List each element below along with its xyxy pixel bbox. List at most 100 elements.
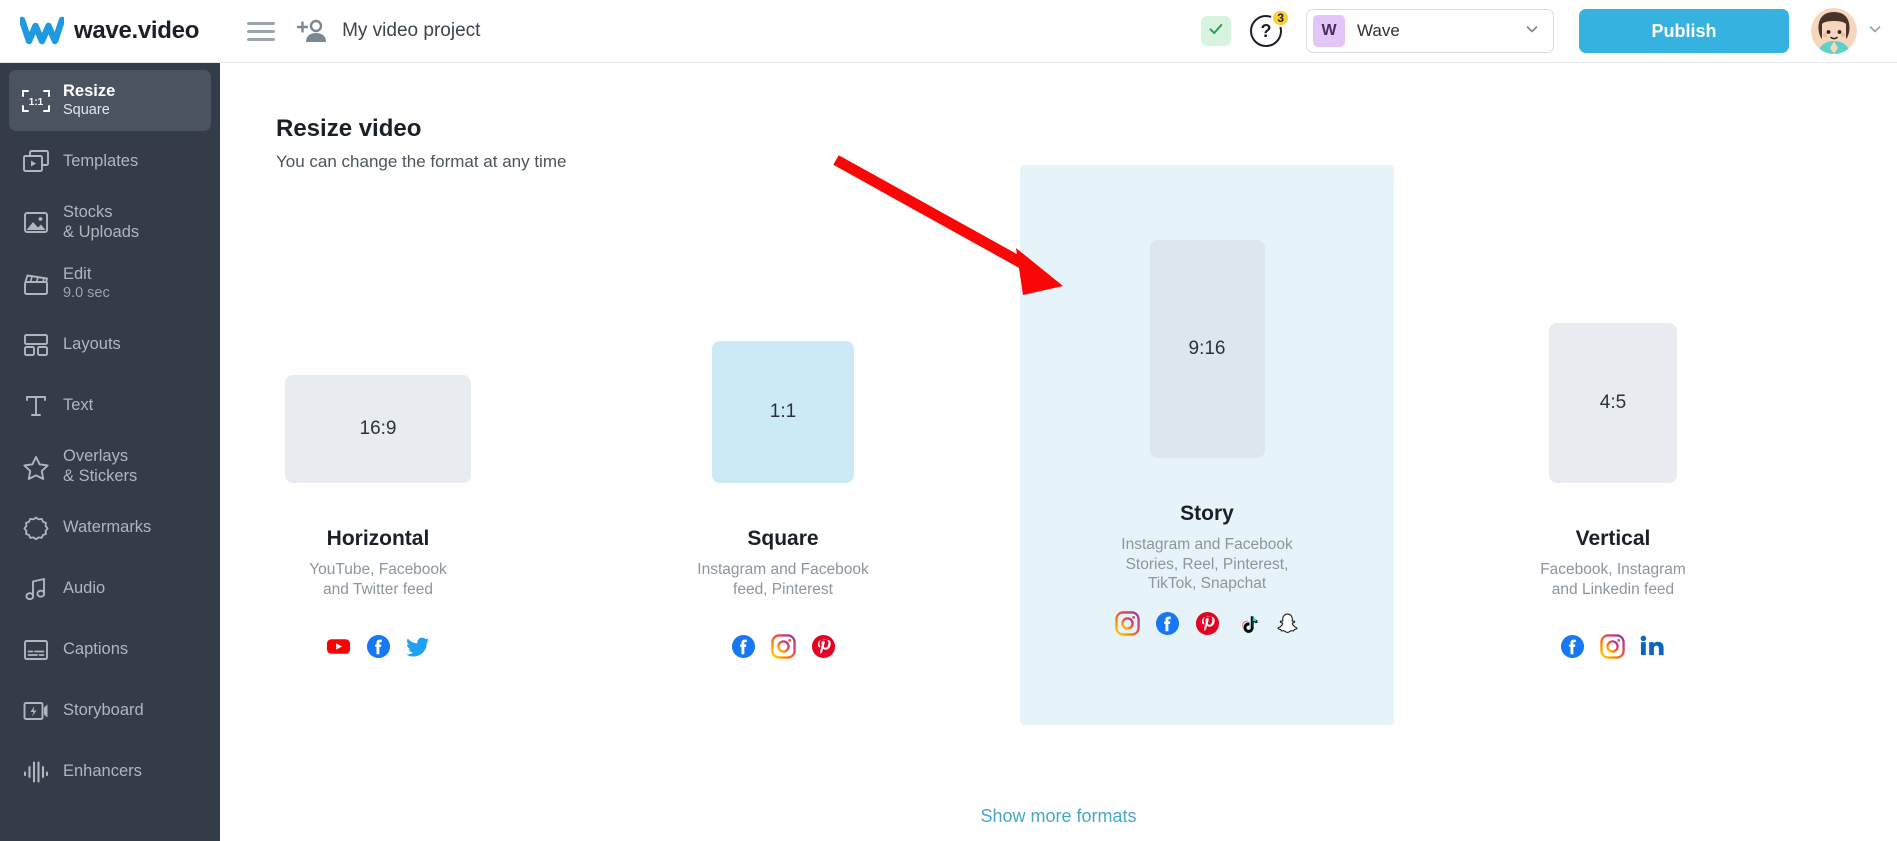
resize-ratio-icon: 1:1 bbox=[9, 88, 63, 114]
sidebar-item-stocks-uploads[interactable]: Stocks & Uploads bbox=[9, 192, 211, 253]
sidebar-item-enhancers[interactable]: Enhancers bbox=[9, 741, 211, 802]
format-ratio-label: 9:16 bbox=[1188, 338, 1226, 359]
sidebar-item-text-text: Text bbox=[63, 396, 93, 415]
sidebar-item-audio[interactable]: Audio bbox=[9, 558, 211, 619]
format-social-icons bbox=[1560, 634, 1667, 660]
format-social-icons bbox=[1114, 611, 1300, 636]
sidebar-item-layouts-text: Layouts bbox=[63, 335, 121, 354]
sidebar-item-templates[interactable]: Templates bbox=[9, 131, 211, 192]
format-name: Story bbox=[1180, 502, 1234, 525]
show-more-formats-link[interactable]: Show more formats bbox=[220, 806, 1897, 827]
sidebar: 1:1 Resize Square Templates Stocks & Upl… bbox=[0, 63, 220, 841]
sidebar-item-label: Layouts bbox=[63, 334, 121, 353]
captions-icon bbox=[9, 637, 63, 663]
sidebar-item-label-2: & Stickers bbox=[63, 466, 138, 485]
instagram-icon bbox=[770, 634, 796, 660]
format-thumbnail: 4:5 bbox=[1549, 323, 1677, 483]
sidebar-item-label: Captions bbox=[63, 639, 129, 658]
format-description: Instagram and Facebook feed, Pinterest bbox=[697, 561, 869, 598]
sidebar-item-audio-text: Audio bbox=[63, 579, 105, 598]
layouts-grid-icon bbox=[9, 332, 63, 358]
saved-status-badge[interactable] bbox=[1201, 16, 1231, 46]
sidebar-item-edit[interactable]: Edit 9.0 sec bbox=[9, 253, 211, 314]
sidebar-item-label: Stocks bbox=[63, 203, 113, 222]
sidebar-item-watermarks-text: Watermarks bbox=[63, 518, 151, 537]
format-ratio-label: 4:5 bbox=[1599, 392, 1627, 413]
music-note-icon bbox=[9, 576, 63, 602]
sidebar-item-edit-text: Edit 9.0 sec bbox=[63, 265, 110, 302]
wave-logo-icon bbox=[18, 16, 66, 46]
sidebar-item-watermarks[interactable]: Watermarks bbox=[9, 497, 211, 558]
format-thumbnail-area: 9:16 bbox=[1020, 165, 1394, 458]
sidebar-item-layouts[interactable]: Layouts bbox=[9, 314, 211, 375]
waveform-icon bbox=[9, 759, 63, 785]
sidebar-item-sublabel: Square bbox=[63, 101, 110, 118]
instagram-icon bbox=[1599, 634, 1625, 660]
sidebar-item-storyboard-text: Storyboard bbox=[63, 701, 144, 720]
pinterest-icon bbox=[1195, 611, 1220, 636]
user-menu[interactable] bbox=[1811, 8, 1897, 54]
instagram-icon bbox=[1114, 611, 1140, 636]
page-title: Resize video bbox=[276, 115, 422, 142]
format-card-list: 16:9 Horizontal YouTube, Facebook and Tw… bbox=[220, 165, 1897, 763]
sidebar-item-templates-text: Templates bbox=[63, 152, 138, 171]
pinterest-icon bbox=[811, 634, 836, 659]
publish-button[interactable]: Publish bbox=[1579, 9, 1789, 53]
top-bar: wave.video My video project ? 3 W Wave P… bbox=[0, 0, 1897, 63]
workspace-selector[interactable]: W Wave bbox=[1306, 9, 1554, 53]
sidebar-item-label: Watermarks bbox=[63, 517, 152, 536]
format-ratio-label: 1:1 bbox=[769, 401, 797, 422]
format-card-square[interactable]: 1:1 Square Instagram and Facebook feed, … bbox=[628, 193, 938, 693]
svg-text:1:1: 1:1 bbox=[29, 97, 44, 108]
facebook-icon bbox=[1560, 634, 1585, 659]
linkedin-icon bbox=[1640, 634, 1667, 659]
sidebar-item-label: Audio bbox=[63, 578, 106, 597]
facebook-icon bbox=[731, 634, 756, 659]
format-description: Instagram and Facebook Stories, Reel, Pi… bbox=[1121, 536, 1293, 593]
sidebar-item-text[interactable]: Text bbox=[9, 375, 211, 436]
sidebar-item-label: Resize bbox=[63, 82, 116, 101]
sidebar-item-label: Enhancers bbox=[63, 761, 142, 780]
format-description: YouTube, Facebook and Twitter feed bbox=[309, 561, 447, 598]
format-card-vertical[interactable]: 4:5 Vertical Facebook, Instagram and Lin… bbox=[1458, 193, 1768, 693]
top-bar-right: ? 3 W Wave Publish bbox=[1201, 8, 1897, 54]
format-card-story[interactable]: 9:16 Story Instagram and Facebook Storie… bbox=[1020, 165, 1394, 725]
main-content: Resize video You can change the format a… bbox=[220, 63, 1897, 841]
help-button[interactable]: ? 3 bbox=[1250, 9, 1290, 47]
twitter-icon bbox=[405, 634, 431, 659]
hamburger-menu-icon[interactable] bbox=[247, 21, 276, 41]
avatar bbox=[1811, 8, 1857, 54]
format-card-horizontal[interactable]: 16:9 Horizontal YouTube, Facebook and Tw… bbox=[223, 193, 533, 693]
clapperboard-icon bbox=[9, 271, 63, 297]
brand[interactable]: wave.video bbox=[18, 16, 200, 46]
format-name: Horizontal bbox=[326, 527, 430, 550]
chevron-down-icon bbox=[1524, 21, 1540, 42]
sidebar-item-storyboard[interactable]: Storyboard bbox=[9, 680, 211, 741]
sidebar-item-captions[interactable]: Captions bbox=[9, 619, 211, 680]
format-thumbnail: 1:1 bbox=[712, 341, 854, 483]
sidebar-item-label-2: & Uploads bbox=[63, 222, 140, 241]
tiktok-icon bbox=[1235, 611, 1260, 636]
facebook-icon bbox=[1155, 611, 1180, 636]
storyboard-icon bbox=[9, 698, 63, 724]
sidebar-item-label: Storyboard bbox=[63, 700, 144, 719]
youtube-icon bbox=[326, 634, 351, 659]
templates-icon bbox=[9, 149, 63, 175]
workspace-initial: W bbox=[1313, 15, 1345, 47]
facebook-icon bbox=[366, 634, 391, 659]
sidebar-item-overlays-text: Overlays & Stickers bbox=[63, 447, 137, 486]
sidebar-item-overlays-stickers[interactable]: Overlays & Stickers bbox=[9, 436, 211, 497]
add-person-icon[interactable] bbox=[296, 17, 328, 45]
wave-video-editor: wave.video My video project ? 3 W Wave P… bbox=[0, 0, 1897, 841]
page-subtitle: You can change the format at any time bbox=[276, 152, 567, 171]
help-badge-count: 3 bbox=[1271, 9, 1290, 27]
brand-name: wave.video bbox=[74, 17, 200, 44]
sidebar-item-resize-text: Resize Square bbox=[63, 82, 115, 119]
checkmark-icon bbox=[1207, 20, 1225, 43]
sidebar-item-sublabel: 9.0 sec bbox=[63, 284, 110, 301]
format-thumbnail: 16:9 bbox=[285, 375, 471, 483]
format-social-icons bbox=[731, 634, 836, 660]
project-title[interactable]: My video project bbox=[342, 20, 480, 42]
text-t-icon bbox=[9, 393, 63, 419]
sidebar-item-resize[interactable]: 1:1 Resize Square bbox=[9, 70, 211, 131]
